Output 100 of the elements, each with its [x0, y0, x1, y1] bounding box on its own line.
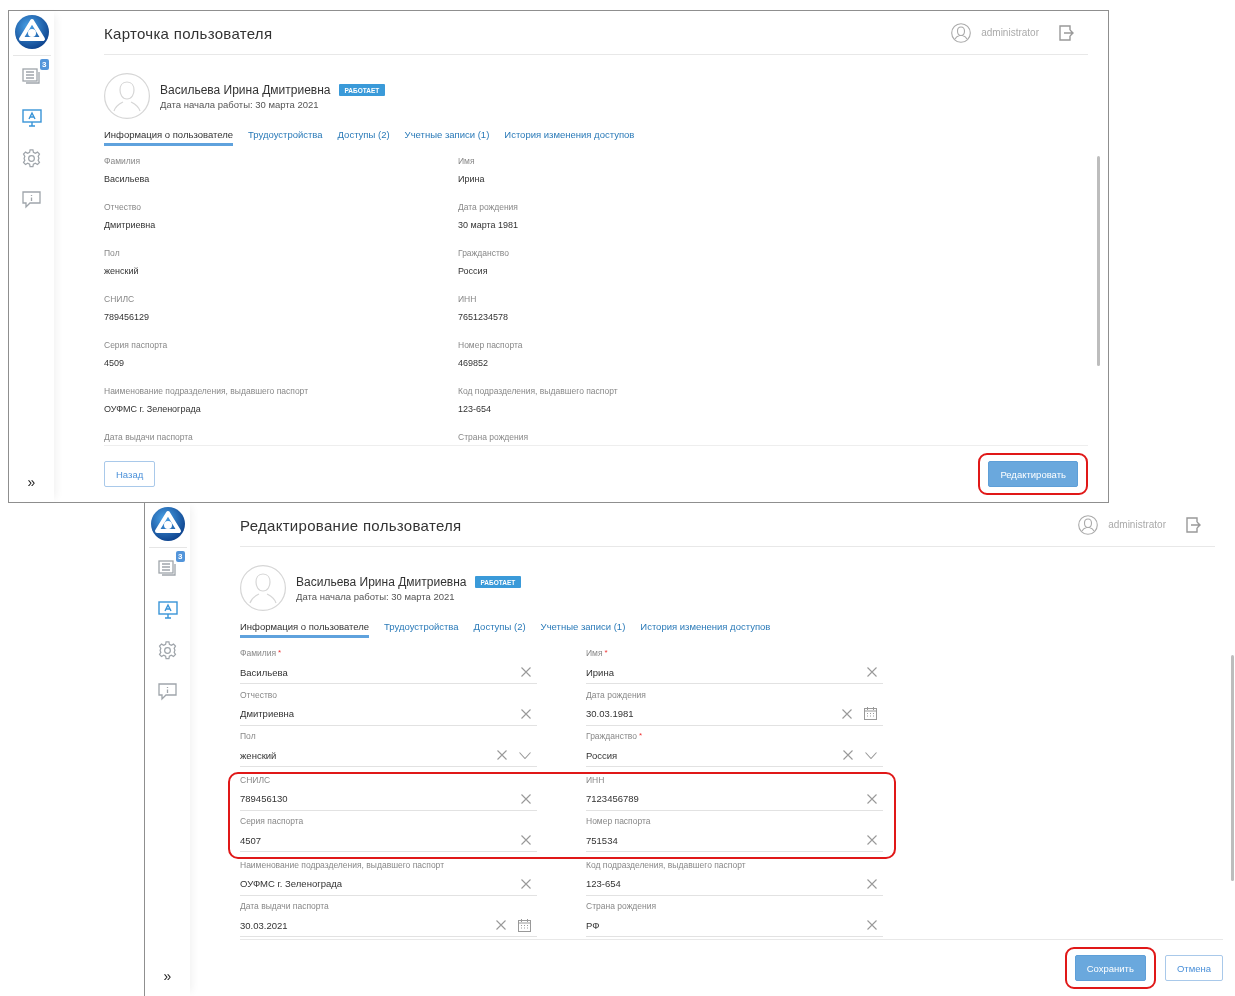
input-field[interactable]: 789456130: [240, 787, 537, 811]
clear-icon[interactable]: [867, 878, 877, 889]
chevron-down-icon[interactable]: [519, 751, 531, 759]
clear-icon[interactable]: [867, 920, 877, 930]
field-label: Код подразделения, выдавшего паспорт: [586, 859, 746, 870]
calendar-icon[interactable]: [864, 707, 877, 720]
field-label: Страна рождения: [586, 901, 657, 911]
calendar-icon[interactable]: [518, 918, 531, 932]
field-label: Серия паспорта: [240, 816, 304, 826]
field-value: Россия: [458, 266, 489, 276]
input-field[interactable]: 30.03.2021: [240, 914, 537, 937]
field-label: Номер паспорта: [458, 340, 524, 350]
tab[interactable]: Учетные записи (1): [540, 621, 626, 638]
required-asterisk: *: [278, 648, 282, 657]
input-field[interactable]: 123-654: [586, 872, 883, 896]
field-label: Имя: [586, 648, 603, 658]
field-label: Дата выдачи паспорта: [240, 901, 329, 911]
clear-icon[interactable]: [867, 793, 877, 804]
document-list-icon: [21, 67, 42, 86]
field-label: Имя: [458, 156, 476, 166]
input-field[interactable]: 751534: [586, 829, 883, 852]
chevron-down-icon[interactable]: [865, 751, 877, 759]
input-field[interactable]: Ирина: [586, 661, 883, 684]
info-message-icon: [158, 682, 177, 701]
scrollbar[interactable]: [1231, 655, 1234, 881]
field-label: Фамилия: [104, 156, 142, 166]
secondary-button[interactable]: Назад: [104, 461, 156, 487]
clear-icon[interactable]: [521, 667, 531, 677]
clear-icon[interactable]: [842, 708, 852, 719]
field-label: Дата рождения: [586, 689, 646, 700]
tab[interactable]: Доступы (2): [337, 129, 390, 146]
page-title: Карточка пользователя: [104, 23, 274, 42]
document-list-icon: [157, 559, 178, 578]
field-label: СНИЛС: [240, 774, 271, 785]
settings-icon: [158, 641, 177, 660]
field-label: Пол: [104, 248, 121, 258]
tab[interactable]: Информация о пользователе: [104, 129, 234, 146]
tab[interactable]: Трудоустройства: [248, 129, 323, 146]
scrollbar[interactable]: [1097, 156, 1100, 366]
avatar-silhouette-icon: [240, 565, 286, 611]
avatar-silhouette-icon: [104, 73, 150, 119]
clear-icon[interactable]: [843, 750, 853, 760]
tab[interactable]: Учетные записи (1): [404, 129, 490, 146]
clear-icon[interactable]: [521, 878, 531, 889]
input-field[interactable]: РФ: [586, 914, 883, 937]
field-label: ИНН: [458, 294, 478, 304]
secondary-button[interactable]: Отмена: [1164, 955, 1223, 981]
input-field[interactable]: 7123456789: [586, 787, 883, 811]
tab[interactable]: История изменения доступов: [504, 129, 635, 146]
clear-icon[interactable]: [496, 920, 506, 930]
clear-icon[interactable]: [497, 750, 507, 760]
input-field[interactable]: 30.03.1981: [586, 702, 883, 726]
tab[interactable]: Трудоустройства: [384, 621, 459, 638]
input-field[interactable]: Дмитриевна: [240, 702, 537, 726]
tab[interactable]: Доступы (2): [473, 621, 526, 638]
input-field[interactable]: Васильева: [240, 661, 537, 684]
field-label: Отчество: [104, 202, 142, 212]
expand-sidebar-button[interactable]: »: [27, 474, 36, 502]
field-value: 30 марта 1981: [458, 220, 520, 230]
field-value: 789456129: [104, 312, 151, 322]
start-date: Дата начала работы: 30 марта 2021: [160, 98, 320, 110]
field-label: Фамилия: [240, 648, 277, 658]
user-icon[interactable]: [951, 22, 972, 43]
field-label: Дата рождения: [458, 202, 519, 212]
field-label: Дата выдачи паспорта: [104, 432, 194, 442]
input-field[interactable]: женский: [240, 744, 537, 767]
field-label: Отчество: [240, 689, 277, 700]
clear-icon[interactable]: [867, 835, 877, 845]
field-label: Страна рождения: [458, 432, 530, 442]
logout-icon[interactable]: [1186, 516, 1201, 533]
clear-icon[interactable]: [521, 835, 531, 845]
user-name: administrator: [1108, 519, 1166, 530]
field-label: Пол: [240, 731, 256, 741]
field-value: Дмитриевна: [104, 220, 157, 230]
field-value: 7651234578: [458, 312, 510, 322]
required-asterisk: *: [638, 731, 643, 740]
monitor-icon: [21, 108, 42, 127]
logo-icon: [149, 506, 186, 542]
expand-sidebar-button[interactable]: »: [163, 968, 172, 996]
input-field[interactable]: Россия: [586, 744, 883, 767]
clear-icon[interactable]: [867, 667, 877, 677]
tab[interactable]: Информация о пользователе: [240, 621, 370, 638]
logout-icon[interactable]: [1059, 24, 1074, 41]
start-date: Дата начала работы: 30 марта 2021: [296, 590, 456, 602]
user-name: administrator: [981, 27, 1039, 38]
page-title: Редактирование пользователя: [240, 515, 463, 534]
notification-badge: 3: [176, 551, 185, 562]
field-label: Гражданство: [586, 731, 637, 741]
input-field[interactable]: ОУФМС г. Зеленограда: [240, 872, 537, 896]
field-label: Гражданство: [458, 248, 510, 258]
input-field[interactable]: 4507: [240, 829, 537, 852]
tab[interactable]: История изменения доступов: [640, 621, 771, 638]
clear-icon[interactable]: [521, 793, 531, 804]
user-icon[interactable]: [1078, 514, 1099, 535]
field-label: ИНН: [586, 774, 605, 785]
clear-icon[interactable]: [521, 708, 531, 719]
field-value: ОУФМС г. Зеленограда: [104, 404, 202, 414]
field-label: СНИЛС: [104, 294, 136, 304]
field-label: Серия паспорта: [104, 340, 169, 350]
field-label: Номер паспорта: [586, 816, 651, 826]
